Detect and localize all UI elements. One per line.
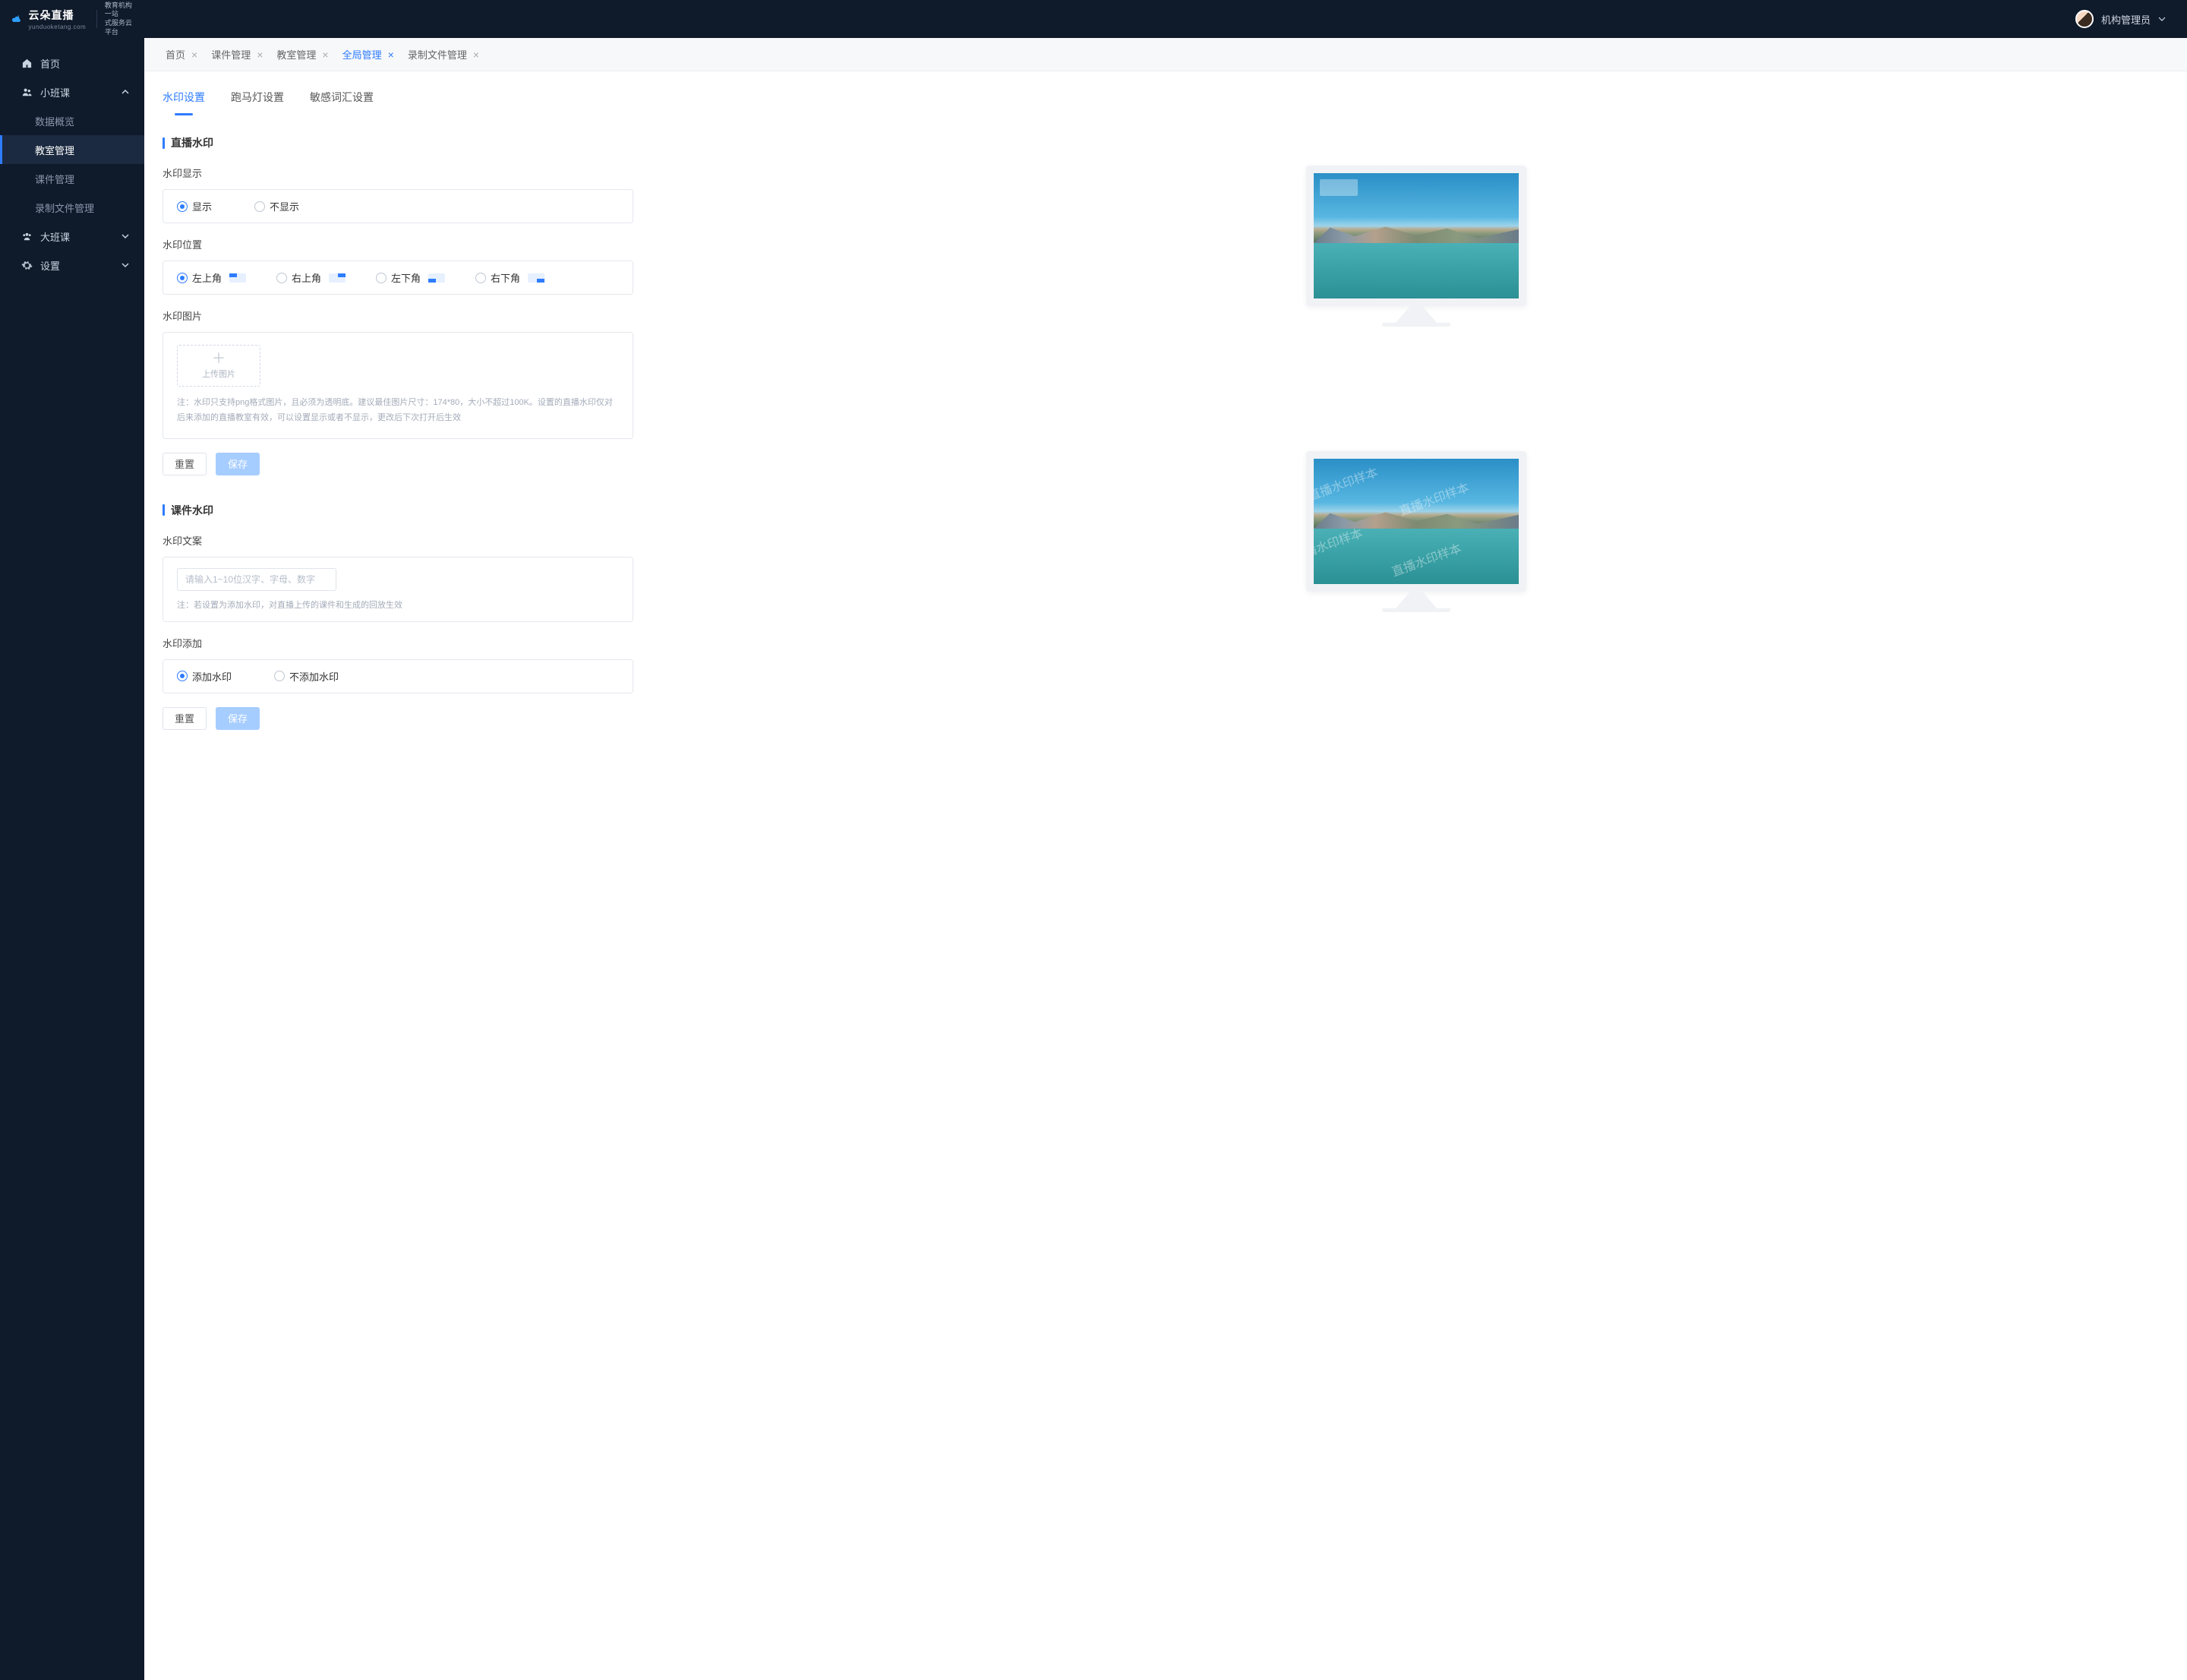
- users-icon: [21, 87, 33, 98]
- nav-settings[interactable]: 设置: [0, 251, 144, 279]
- brand-subtitle: yunduoketang.com: [29, 24, 87, 30]
- upload-box: ＋ 上传图片 注：水印只支持png格式图片，且必须为透明底。建议最佳图片尺寸：1…: [163, 332, 633, 439]
- upload-button[interactable]: ＋ 上传图片: [177, 345, 260, 387]
- radio-display-hide[interactable]: 不显示: [254, 199, 299, 213]
- nav-big-class[interactable]: 大班课: [0, 222, 144, 251]
- reset-button[interactable]: 重置: [163, 453, 207, 475]
- tab-courseware[interactable]: 课件管理 ×: [207, 43, 267, 66]
- nav-sub-recording-mgmt[interactable]: 录制文件管理: [0, 193, 144, 222]
- radio-group-display: 显示 不显示: [163, 189, 633, 223]
- label-watermark-text: 水印文案: [163, 533, 633, 548]
- tab-classroom[interactable]: 教室管理 ×: [272, 43, 333, 66]
- chevron-down-icon: [122, 261, 129, 269]
- radio-pos-bottom-left[interactable]: 左下角: [376, 270, 445, 285]
- brand-tagline-2: 式服务云平台: [105, 19, 134, 36]
- nav-sub-courseware-mgmt[interactable]: 课件管理: [0, 164, 144, 193]
- section-courseware-watermark-title: 课件水印: [163, 503, 633, 518]
- sidebar: 云朵直播 yunduoketang.com 教育机构一站 式服务云平台 首页 小…: [0, 0, 144, 1680]
- watermark-sample-text: 直播水印样本: [1396, 477, 1471, 519]
- label-watermark-display: 水印显示: [163, 166, 633, 180]
- watermark-sample-text: 直播水印样本: [1389, 538, 1463, 579]
- username: 机构管理员: [2101, 12, 2151, 27]
- radio-group-add: 添加水印 不添加水印: [163, 659, 633, 693]
- nav-sub-classroom-mgmt[interactable]: 教室管理: [0, 135, 144, 164]
- content-tabs: 水印设置 跑马灯设置 敏感词汇设置: [163, 90, 2169, 115]
- radio-group-position: 左上角 右上角 左下角 右下角: [163, 261, 633, 295]
- label-watermark-add: 水印添加: [163, 636, 633, 650]
- close-icon[interactable]: ×: [473, 49, 479, 60]
- radio-add-yes[interactable]: 添加水印: [177, 669, 232, 684]
- radio-add-no[interactable]: 不添加水印: [274, 669, 339, 684]
- breadcrumb-tabs: 首页 × 课件管理 × 教室管理 × 全局管理 × 录制文件管理 ×: [144, 38, 2187, 71]
- cloud-logo-icon: [11, 11, 23, 27]
- gear-icon: [21, 260, 33, 271]
- tab-marquee-settings[interactable]: 跑马灯设置: [231, 90, 284, 115]
- position-icon: [229, 273, 246, 283]
- watermark-sample-text: 直播水印样本: [1314, 523, 1365, 564]
- nav-small-class[interactable]: 小班课: [0, 77, 144, 106]
- position-icon: [428, 273, 445, 283]
- label-watermark-position: 水印位置: [163, 237, 633, 251]
- watermark-preview-badge: [1320, 179, 1358, 196]
- avatar[interactable]: [2075, 10, 2094, 28]
- close-icon[interactable]: ×: [257, 49, 263, 60]
- radio-pos-bottom-right[interactable]: 右下角: [475, 270, 544, 285]
- tab-home[interactable]: 首页 ×: [161, 43, 202, 66]
- tab-recording[interactable]: 录制文件管理 ×: [403, 43, 484, 66]
- chevron-down-icon[interactable]: [2158, 15, 2166, 23]
- tab-sensitive-words[interactable]: 敏感词汇设置: [310, 90, 374, 115]
- chevron-down-icon: [122, 232, 129, 240]
- topbar: 机构管理员: [144, 0, 2187, 38]
- upload-note: 注：水印只支持png格式图片，且必须为透明底。建议最佳图片尺寸：174*80，大…: [177, 396, 619, 426]
- section-live-watermark-title: 直播水印: [163, 135, 633, 150]
- radio-pos-top-left[interactable]: 左上角: [177, 270, 246, 285]
- save-button[interactable]: 保存: [216, 453, 260, 475]
- nav-home[interactable]: 首页: [0, 49, 144, 77]
- brand-title: 云朵直播: [29, 8, 87, 23]
- tab-watermark-settings[interactable]: 水印设置: [163, 90, 205, 115]
- close-icon[interactable]: ×: [322, 49, 328, 60]
- watermark-sample-text: 直播水印样本: [1314, 462, 1380, 504]
- position-icon: [329, 273, 346, 283]
- preview-monitor-2: 直播水印样本 直播水印样本 直播水印样本 直播水印样本: [1306, 451, 1526, 592]
- label-watermark-image: 水印图片: [163, 308, 633, 323]
- close-icon[interactable]: ×: [191, 49, 197, 60]
- radio-display-show[interactable]: 显示: [177, 199, 212, 213]
- tab-global[interactable]: 全局管理 ×: [338, 43, 399, 66]
- preview-monitor-1: [1306, 166, 1526, 306]
- navigation: 首页 小班课 数据概览 教室管理 课件管理 录制文件管理 大班课 设置: [0, 38, 144, 279]
- brand-tagline-1: 教育机构一站: [105, 2, 134, 19]
- input-box: 注：若设置为添加水印，对直播上传的课件和生成的回放生效: [163, 557, 633, 622]
- home-icon: [21, 58, 33, 69]
- position-icon: [528, 273, 544, 283]
- plus-icon: ＋: [212, 352, 226, 365]
- close-icon[interactable]: ×: [388, 49, 394, 60]
- watermark-text-input[interactable]: [177, 568, 336, 591]
- reset-button-2[interactable]: 重置: [163, 707, 207, 730]
- group-icon: [21, 231, 33, 242]
- input-note: 注：若设置为添加水印，对直播上传的课件和生成的回放生效: [177, 598, 619, 611]
- nav-sub-data-overview[interactable]: 数据概览: [0, 106, 144, 135]
- chevron-up-icon: [122, 88, 129, 96]
- save-button-2[interactable]: 保存: [216, 707, 260, 730]
- brand: 云朵直播 yunduoketang.com 教育机构一站 式服务云平台: [0, 0, 144, 38]
- radio-pos-top-right[interactable]: 右上角: [276, 270, 346, 285]
